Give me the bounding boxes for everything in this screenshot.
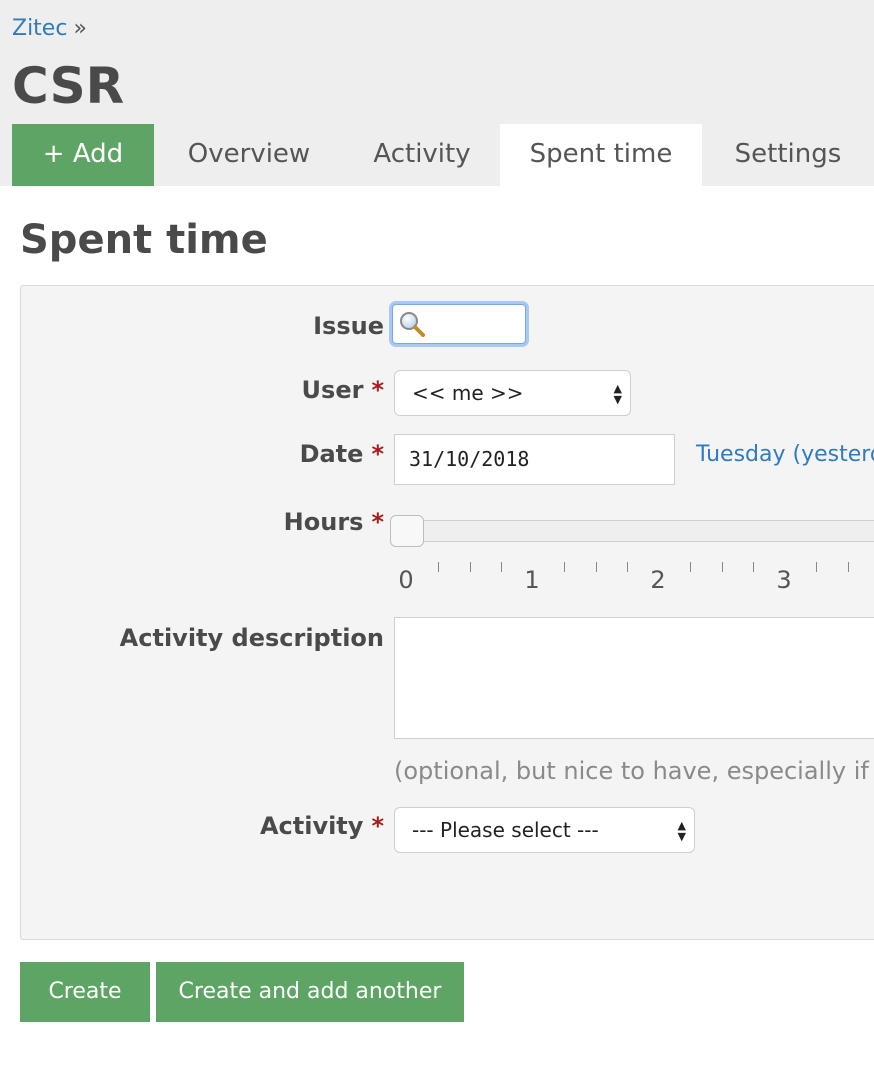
- hours-tick-label: 1: [524, 566, 540, 594]
- date-day-hint: Tuesday (yesterd: [696, 442, 874, 467]
- hours-label-text: Hours: [283, 508, 364, 536]
- hours-slider-track[interactable]: [394, 520, 874, 542]
- user-select[interactable]: << me >> ▲ ▼: [394, 370, 631, 416]
- required-mark: *: [371, 440, 384, 468]
- hours-tick-label: 0: [398, 566, 414, 594]
- activity-description-hint: (optional, but nice to have, especially …: [394, 757, 874, 785]
- hours-tick-mark: [627, 562, 628, 572]
- hours-tick-mark: [690, 562, 691, 572]
- user-label: User *: [302, 376, 384, 404]
- page-title: Spent time: [20, 217, 268, 263]
- date-label: Date *: [300, 440, 384, 468]
- hours-tick-mark: [848, 562, 849, 572]
- date-input[interactable]: 31/10/2018: [394, 434, 675, 485]
- hours-tick-label: 3: [776, 566, 792, 594]
- tab-overview[interactable]: Overview: [154, 124, 344, 186]
- breadcrumb-parent-link[interactable]: Zitec: [12, 16, 67, 41]
- hours-tick-mark: [753, 562, 754, 572]
- issue-search-input[interactable]: [392, 304, 526, 344]
- required-mark: *: [371, 376, 384, 404]
- required-mark: *: [371, 812, 384, 840]
- hours-slider-handle[interactable]: [390, 515, 424, 547]
- user-label-text: User: [301, 376, 364, 404]
- hours-tick-mark: [722, 562, 723, 572]
- tab-settings[interactable]: Settings: [702, 124, 874, 186]
- hours-tick-mark: [501, 562, 502, 572]
- activity-select-value: --- Please select ---: [412, 818, 599, 842]
- hours-label: Hours *: [284, 508, 384, 536]
- add-button[interactable]: + Add: [12, 124, 154, 186]
- breadcrumb: Zitec»: [12, 16, 87, 41]
- create-and-add-another-button[interactable]: Create and add another: [156, 962, 464, 1022]
- hours-tick-mark: [438, 562, 439, 572]
- activity-label: Activity *: [260, 812, 384, 840]
- hours-tick-mark: [596, 562, 597, 572]
- create-button[interactable]: Create: [20, 962, 150, 1022]
- date-label-text: Date: [299, 440, 364, 468]
- hours-tick-mark: [470, 562, 471, 572]
- hours-tick-mark: [564, 562, 565, 572]
- required-mark: *: [371, 508, 384, 536]
- up-down-arrows-icon: ▲ ▼: [613, 382, 622, 406]
- activity-label-text: Activity: [259, 812, 364, 840]
- magnifier-icon: [400, 312, 425, 337]
- hours-tick-label: 2: [650, 566, 666, 594]
- activity-select[interactable]: --- Please select --- ▲ ▼: [394, 807, 695, 853]
- activity-description-label-text: Activity description: [119, 624, 384, 652]
- breadcrumb-separator: »: [73, 16, 87, 41]
- hours-tick-mark: [816, 562, 817, 572]
- issue-label: Issue: [313, 312, 384, 340]
- activity-description-label: Activity description: [120, 624, 384, 652]
- tab-activity[interactable]: Activity: [344, 124, 500, 186]
- issue-label-text: Issue: [313, 312, 384, 340]
- tab-spent-time[interactable]: Spent time: [500, 124, 702, 186]
- user-select-value: << me >>: [412, 381, 524, 405]
- activity-description-textarea[interactable]: [394, 617, 874, 739]
- up-down-arrows-icon: ▲ ▼: [677, 819, 686, 843]
- project-title: CSR: [12, 57, 125, 115]
